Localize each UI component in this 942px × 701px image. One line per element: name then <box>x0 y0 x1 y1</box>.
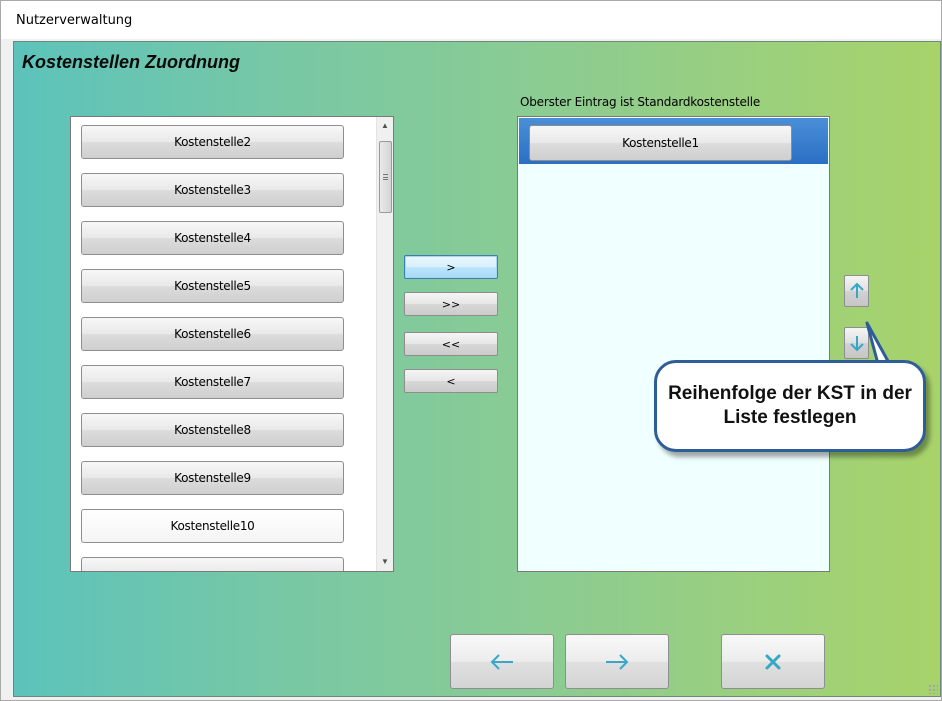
tooltip-callout: Reihenfolge der KST in der Liste festleg… <box>654 360 926 452</box>
list-item[interactable]: Kostenstelle1 <box>529 125 792 161</box>
list-item[interactable]: Kostenstelle9 <box>81 461 344 495</box>
assigned-list-label: Oberster Eintrag ist Standardkostenstell… <box>520 95 761 109</box>
arrow-right-icon <box>606 653 629 670</box>
grip-icon <box>383 174 388 180</box>
list-item[interactable]: Kostenstelle5 <box>81 269 344 303</box>
arrow-down-icon <box>849 336 864 352</box>
add-one-button[interactable]: > <box>404 255 498 279</box>
list-item-partial[interactable] <box>81 557 344 571</box>
add-all-button[interactable]: >> <box>404 292 498 316</box>
list-item[interactable]: Kostenstelle7 <box>81 365 344 399</box>
list-item[interactable]: Kostenstelle2 <box>81 125 344 159</box>
list-item[interactable]: Kostenstelle4 <box>81 221 344 255</box>
available-cost-centers-list[interactable]: Kostenstelle2 Kostenstelle3 Kostenstelle… <box>70 116 394 572</box>
remove-one-button[interactable]: < <box>404 369 498 393</box>
scroll-thumb[interactable] <box>379 141 392 213</box>
assigned-cost-centers-list[interactable]: Kostenstelle1 <box>517 116 830 572</box>
cancel-button[interactable] <box>721 634 825 689</box>
selected-row[interactable]: Kostenstelle1 <box>519 118 828 164</box>
title-bar: Nutzerverwaltung <box>1 1 941 39</box>
list-item[interactable]: Kostenstelle3 <box>81 173 344 207</box>
next-button[interactable] <box>565 634 669 689</box>
arrow-left-icon <box>490 653 513 670</box>
back-button[interactable] <box>450 634 554 689</box>
window-title: Nutzerverwaltung <box>16 13 133 28</box>
scroll-down-arrow-icon[interactable]: ▼ <box>377 553 393 570</box>
remove-all-button[interactable]: << <box>404 332 498 356</box>
window: Nutzerverwaltung Kostenstellen Zuordnung… <box>0 0 942 701</box>
list-item[interactable]: Kostenstelle8 <box>81 413 344 447</box>
arrow-up-icon <box>849 282 864 298</box>
close-icon <box>765 654 781 669</box>
move-up-button[interactable] <box>844 275 869 307</box>
page-title: Kostenstellen Zuordnung <box>22 52 240 72</box>
resize-grip-icon[interactable] <box>928 684 938 694</box>
vertical-scrollbar[interactable]: ▲ ▼ <box>376 117 393 571</box>
list-item[interactable]: Kostenstelle6 <box>81 317 344 351</box>
list-item[interactable]: Kostenstelle10 <box>81 509 344 543</box>
scroll-up-arrow-icon[interactable]: ▲ <box>377 117 393 134</box>
move-down-button[interactable] <box>844 327 869 359</box>
